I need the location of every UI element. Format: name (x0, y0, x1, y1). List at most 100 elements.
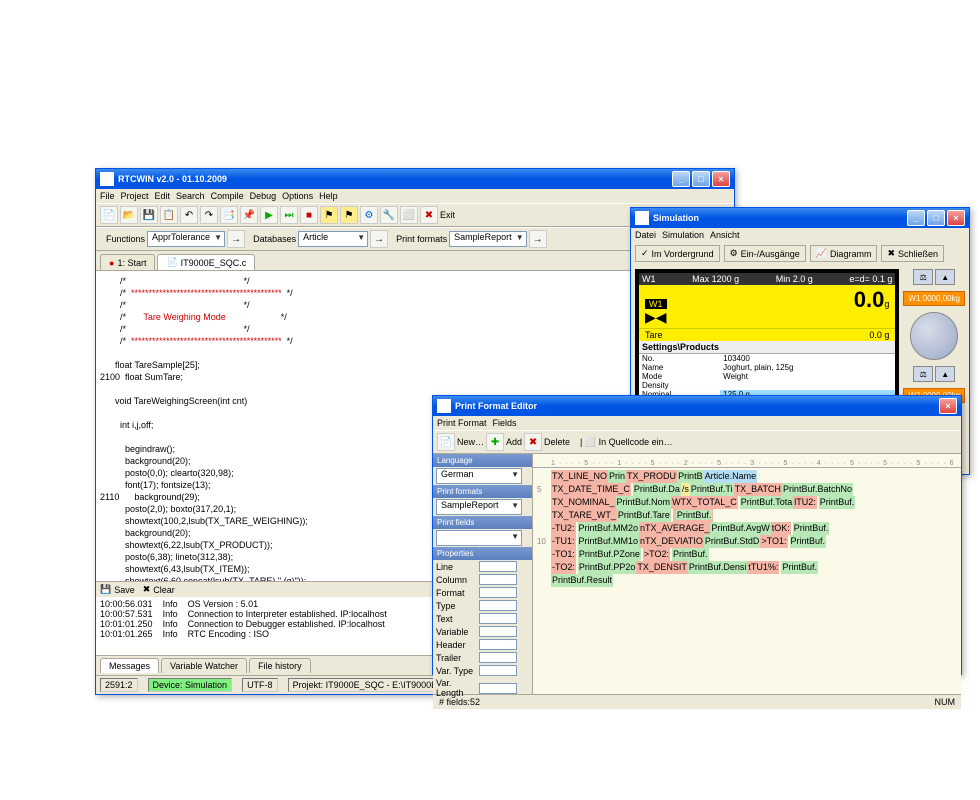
open-icon[interactable]: 📂 (120, 206, 138, 224)
print-row[interactable]: -TO2: PrintBuf.PP2oTX_DENSITPrintBuf.Den… (551, 561, 957, 574)
print-token[interactable]: PrintBuf. (790, 535, 827, 548)
sim-tab-close[interactable]: ✖ Schließen (881, 245, 944, 262)
tab-filehistory[interactable]: File history (249, 658, 311, 673)
save-icon[interactable]: 💾 (140, 206, 158, 224)
pfe-delete-icon[interactable]: ✖ (524, 433, 542, 451)
pfe-close[interactable]: × (939, 398, 957, 414)
print-token[interactable]: PrintBuf.Da (633, 483, 681, 496)
sim-menu-ansicht[interactable]: Ansicht (710, 230, 740, 240)
print-token[interactable]: WTX_TOTAL_C (671, 496, 738, 509)
pfe-canvas-area[interactable]: 1····5····1····5····2····5····3····5····… (533, 454, 961, 694)
sim-minimize[interactable]: _ (907, 210, 925, 226)
print-token[interactable]: PrintBuf. (781, 561, 818, 574)
minimize-button[interactable]: _ (672, 171, 690, 187)
pfe-menu-format[interactable]: Print Format (437, 418, 487, 428)
print-token[interactable]: PrintBuf. (819, 496, 856, 509)
print-token[interactable]: nTX_AVERAGE_ (639, 522, 710, 535)
print-token[interactable]: TX_BATCH (734, 483, 782, 496)
menu-edit[interactable]: Edit (155, 191, 171, 201)
pfe-prop-input[interactable] (479, 600, 517, 611)
pfe-lang-combo[interactable]: German (436, 468, 522, 484)
print-token[interactable]: tTU1%: (747, 561, 779, 574)
pfe-titlebar[interactable]: Print Format Editor × (433, 396, 961, 416)
print-row[interactable]: 10-TU1: PrintBuf.MM1onTX_DEVIATIOPrintBu… (551, 535, 957, 548)
databases-combo[interactable]: Article (298, 231, 368, 247)
scale-icon[interactable]: ⚖ (913, 269, 933, 285)
print-token[interactable]: PrintBuf.MM2o (578, 522, 640, 535)
pfe-canvas[interactable]: TX_LINE_NOPrinTX_PRODUPrintBArticle.Name… (533, 468, 961, 591)
print-token[interactable]: /s (681, 483, 690, 496)
print-token[interactable]: PrintBuf.AvgW (710, 522, 770, 535)
run-icon[interactable]: ▶ (260, 206, 278, 224)
pfe-prop-input[interactable] (479, 574, 517, 585)
tool3-icon[interactable]: ⬜ (400, 206, 418, 224)
printformats-go-icon[interactable]: → (529, 230, 547, 248)
sim-titlebar[interactable]: Simulation _ □ × (631, 208, 969, 228)
pfe-prop-input[interactable] (479, 613, 517, 624)
print-token[interactable]: PrintBuf.Tare (617, 509, 671, 522)
menu-debug[interactable]: Debug (250, 191, 277, 201)
pfe-new-label[interactable]: New… (457, 437, 484, 447)
settings-row[interactable]: Density (639, 381, 895, 390)
sim-tab-diagram[interactable]: 📈 Diagramm (810, 245, 878, 262)
print-token[interactable]: Article.Name (704, 470, 758, 483)
save-log-button[interactable]: 💾 Save (100, 584, 135, 595)
close-button[interactable]: × (712, 171, 730, 187)
print-token[interactable]: PrintBuf. (676, 510, 713, 520)
flag2-icon[interactable]: ⚑ (340, 206, 358, 224)
clear-log-button[interactable]: ✖ Clear (143, 584, 175, 595)
menu-options[interactable]: Options (282, 191, 313, 201)
pfe-prop-input[interactable] (479, 665, 517, 676)
knob-1[interactable] (910, 312, 958, 360)
print-token[interactable]: lTU2: (793, 496, 817, 509)
functions-combo[interactable]: ApprTolerance (147, 231, 225, 247)
functions-go-icon[interactable]: → (227, 230, 245, 248)
print-token[interactable]: PrintBuf. (673, 509, 714, 522)
print-row[interactable]: TX_NOMINAL_PrintBuf.NomWTX_TOTAL_C Print… (551, 496, 957, 509)
pfe-add-icon[interactable]: ✚ (486, 433, 504, 451)
scale2-icon[interactable]: ⚖ (913, 366, 933, 382)
print-token[interactable]: PrintBuf. (793, 522, 830, 535)
pfe-prop-input[interactable] (479, 652, 517, 663)
settings-row[interactable]: No.103400 (639, 354, 895, 363)
pfe-prop-input[interactable] (479, 587, 517, 598)
print-token[interactable]: -TO2: (551, 561, 576, 574)
up-icon[interactable]: ▲ (935, 269, 955, 285)
copy-icon[interactable]: 📑 (220, 206, 238, 224)
tab-file[interactable]: 📄IT9000E_SQC.c (157, 254, 255, 270)
printformats-combo[interactable]: SampleReport (449, 231, 527, 247)
pfe-delete-label[interactable]: Delete (544, 437, 570, 447)
print-token[interactable]: -TU2: (551, 522, 576, 535)
tab-messages[interactable]: Messages (100, 658, 159, 673)
pfe-menu-fields[interactable]: Fields (493, 418, 517, 428)
print-token[interactable]: PrintBuf.StdD (704, 535, 761, 548)
print-token[interactable]: TX_DATE_TIME_C (551, 483, 631, 496)
print-token[interactable]: PrintBuf.Tota (740, 496, 794, 509)
sim-menu-simulation[interactable]: Simulation (662, 230, 704, 240)
menu-search[interactable]: Search (176, 191, 205, 201)
print-token[interactable]: TX_NOMINAL_ (551, 496, 616, 509)
tab-start[interactable]: ●1: Start (100, 254, 155, 270)
print-token[interactable]: PrintB (677, 470, 704, 483)
print-token[interactable]: PrintBuf.Ti (690, 483, 734, 496)
pfe-prop-input[interactable] (479, 561, 517, 572)
print-token[interactable]: tOK: (771, 522, 791, 535)
paste-icon[interactable]: 📌 (240, 206, 258, 224)
print-token[interactable]: PrintBuf.PZone (578, 548, 641, 561)
databases-go-icon[interactable]: → (370, 230, 388, 248)
print-token[interactable]: nTX_DEVIATIO (639, 535, 704, 548)
w1-weight-button[interactable]: W1:0000,00kg (903, 291, 965, 306)
sim-close[interactable]: × (947, 210, 965, 226)
print-row[interactable]: -TO1: PrintBuf.PZone >TO2: PrintBuf. (551, 548, 957, 561)
print-token[interactable]: Prin (608, 470, 626, 483)
menu-help[interactable]: Help (319, 191, 338, 201)
stop-icon[interactable]: ■ (300, 206, 318, 224)
print-token[interactable]: TX_PRODU (626, 470, 677, 483)
sim-tab-io[interactable]: ⚙ Ein-/Ausgänge (724, 245, 806, 262)
print-token[interactable]: PrintBuf.Nom (616, 496, 672, 509)
print-row[interactable]: 5TX_DATE_TIME_C PrintBuf.Da/sPrintBuf.Ti… (551, 483, 957, 496)
pfe-new-icon[interactable]: 📄 (437, 433, 455, 451)
pfe-fields-combo[interactable] (436, 530, 522, 546)
pfe-source-label[interactable]: In Quellcode ein… (599, 437, 673, 447)
pfe-formats-combo[interactable]: SampleReport (436, 499, 522, 515)
